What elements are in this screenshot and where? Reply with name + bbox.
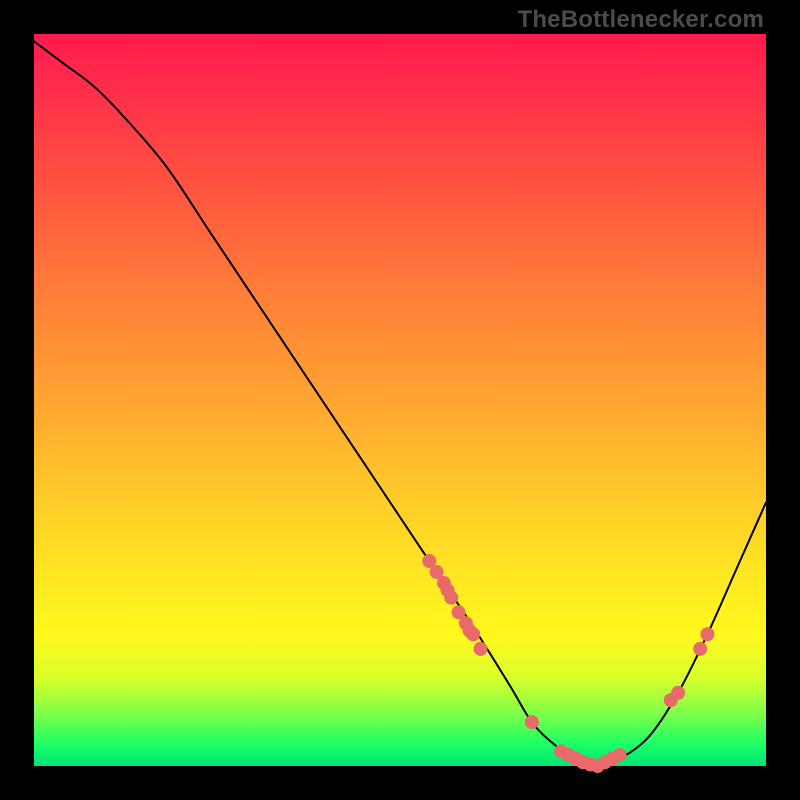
marker-dot [525,715,539,729]
marker-dot [466,627,480,641]
marker-dot [671,686,685,700]
marker-dot [613,748,627,762]
marker-dot [693,642,707,656]
watermark-text: TheBottlenecker.com [517,6,764,34]
marker-dot [700,627,714,641]
marker-group [422,554,714,773]
marker-dot [474,642,488,656]
marker-dot [444,591,458,605]
bottleneck-curve [34,41,766,766]
chart-svg [34,34,766,766]
